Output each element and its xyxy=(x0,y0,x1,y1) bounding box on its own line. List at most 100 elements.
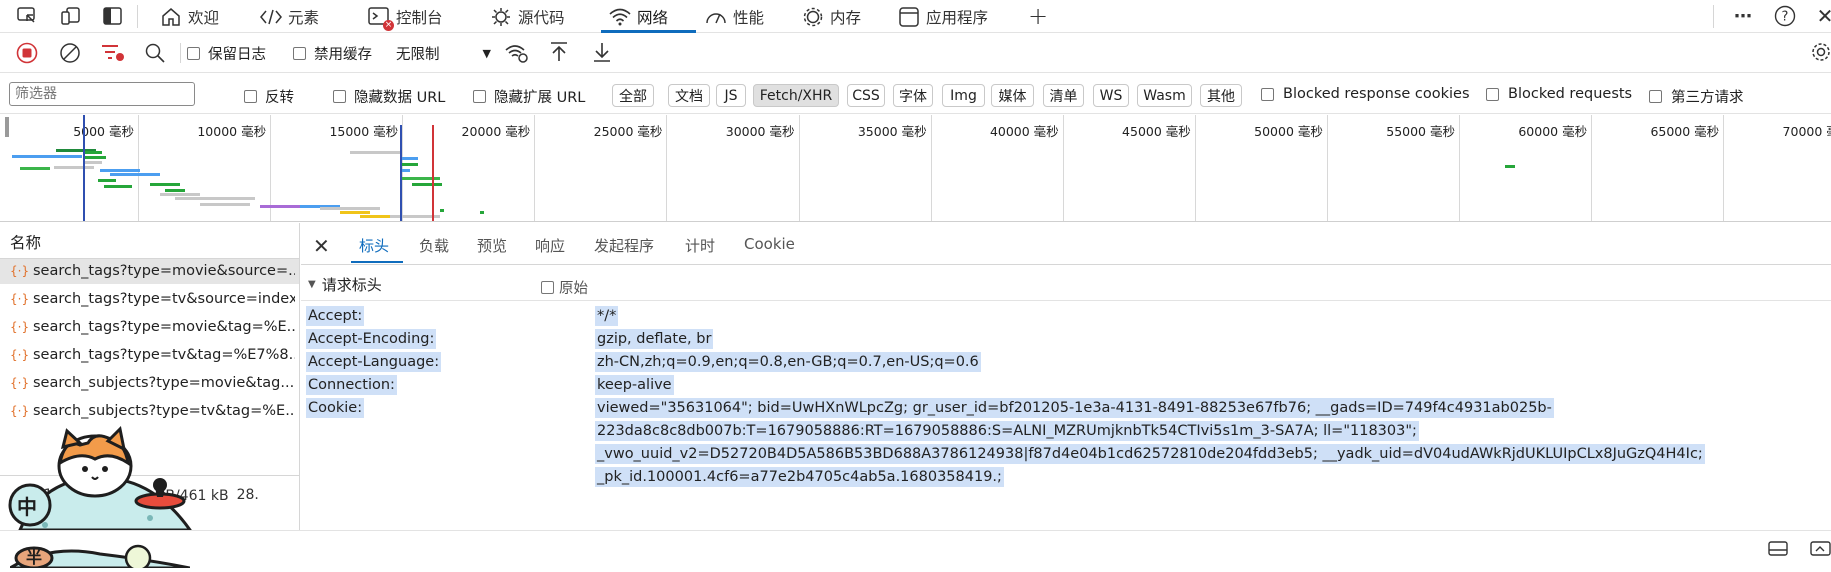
type-filter-doc[interactable]: 文档 xyxy=(668,84,710,107)
tab-timing[interactable]: 计时 xyxy=(685,235,715,256)
filter-input[interactable] xyxy=(9,82,195,106)
close-devtools-icon[interactable]: ✕ xyxy=(1812,4,1831,28)
device-emulation-icon[interactable] xyxy=(58,4,84,28)
type-filter-font[interactable]: 字体 xyxy=(893,84,933,107)
xhr-request-icon: {·} xyxy=(10,404,30,418)
memory-icon xyxy=(802,6,824,28)
request-row[interactable]: {·} search_tags?type=movie&tag=%E... xyxy=(10,315,295,339)
type-filter-css[interactable]: CSS xyxy=(847,84,885,107)
help-icon[interactable]: ? xyxy=(1772,4,1798,28)
toggle-drawer-icon[interactable] xyxy=(1768,539,1790,561)
disable-cache-box[interactable] xyxy=(293,47,306,60)
type-filter-manifest[interactable]: 清单 xyxy=(1043,84,1084,107)
invert-box[interactable] xyxy=(244,90,257,103)
name-column-header[interactable]: 名称 xyxy=(10,231,41,253)
tab-elements[interactable]: 元素 xyxy=(260,0,319,33)
overview-tick-label: 50000 毫秒 xyxy=(1254,124,1323,139)
tab-response[interactable]: 响应 xyxy=(535,235,565,256)
request-name: search_subjects?type=tv&tag=%E... xyxy=(33,403,295,419)
mascot-bottom-badge: 半 xyxy=(4,534,191,572)
hide-ext-url-checkbox[interactable]: 隐藏扩展 URL xyxy=(473,86,585,107)
throttling-select[interactable]: 无限制 ▼ xyxy=(396,41,491,65)
hide-ext-url-box[interactable] xyxy=(473,90,486,103)
hide-data-url-box[interactable] xyxy=(333,90,346,103)
request-row[interactable]: {·} search_subjects?type=tv&tag=%E... xyxy=(10,399,295,423)
dock-side-icon[interactable] xyxy=(100,4,126,28)
type-filter-fetch-xhr[interactable]: Fetch/XHR xyxy=(753,84,839,107)
type-filter-js[interactable]: JS xyxy=(716,84,746,107)
dock-bottom-icon[interactable] xyxy=(1810,539,1831,561)
tab-performance[interactable]: 性能 xyxy=(705,0,764,33)
xhr-request-icon: {·} xyxy=(10,320,30,334)
tab-elements-label: 元素 xyxy=(288,8,320,27)
network-settings-gear-icon[interactable] xyxy=(1810,41,1831,67)
third-party-checkbox[interactable]: 第三方请求 xyxy=(1649,86,1744,107)
preserve-log-checkbox[interactable]: 保留日志 xyxy=(187,43,266,64)
type-filter-all[interactable]: 全部 xyxy=(612,84,654,107)
network-overview-timeline[interactable]: 5000 毫秒 10000 毫秒 15000 毫秒 20000 毫秒 25000 毫秒 3… xyxy=(0,115,1831,222)
preserve-log-box[interactable] xyxy=(187,47,200,60)
tab-memory[interactable]: 内存 xyxy=(802,0,861,33)
blocked-cookies-box[interactable] xyxy=(1261,87,1274,101)
clear-icon[interactable] xyxy=(59,42,81,68)
raw-headers-checkbox[interactable]: 原始 xyxy=(541,277,588,298)
header-value: zh-CN,zh;q=0.9,en;q=0.8,en-GB;q=0.7,en-U… xyxy=(595,352,981,372)
invert-checkbox[interactable]: 反转 xyxy=(244,86,294,107)
overview-tick-label: 10000 毫秒 xyxy=(197,124,267,139)
xhr-request-icon: {·} xyxy=(10,376,30,390)
caret-down-icon: ▼ xyxy=(308,279,316,290)
network-conditions-icon[interactable] xyxy=(504,42,530,68)
tab-cookies[interactable]: Cookie xyxy=(744,235,795,253)
inspect-element-icon[interactable] xyxy=(14,4,40,28)
type-filter-other[interactable]: 其他 xyxy=(1200,84,1242,107)
chevron-down-icon: ▼ xyxy=(482,46,491,60)
overview-gridline xyxy=(534,115,536,221)
header-value-cont: 223da8c8c8db007b:T=1679058886:RT=1679058… xyxy=(595,421,1419,441)
request-row[interactable]: {·} search_subjects?type=movie&tag... xyxy=(10,371,295,395)
overview-tick-label: 60000 毫秒 xyxy=(1518,124,1588,139)
tab-welcome[interactable]: 欢迎 xyxy=(160,0,219,33)
drawer-status-bar: 半 xyxy=(0,530,1831,572)
record-stop-icon[interactable] xyxy=(16,42,38,68)
close-details-icon[interactable]: ✕ xyxy=(313,234,330,258)
tab-sources[interactable]: 源代码 xyxy=(490,0,565,33)
hide-data-url-checkbox[interactable]: 隐藏数据 URL xyxy=(333,86,445,107)
request-name: search_tags?type=movie&tag=%E... xyxy=(33,319,295,335)
more-options-icon[interactable]: ⋯ xyxy=(1730,4,1756,28)
request-row[interactable]: {·} search_tags?type=tv&source=index xyxy=(10,287,295,311)
overview-tick-label: 40000 毫秒 xyxy=(989,124,1059,139)
console-icon: × xyxy=(368,6,394,31)
type-filter-ws[interactable]: WS xyxy=(1093,84,1129,107)
export-har-icon[interactable] xyxy=(592,41,612,67)
type-filter-media[interactable]: 媒体 xyxy=(991,84,1034,107)
disable-cache-checkbox[interactable]: 禁用缓存 xyxy=(293,43,372,64)
wifi-icon xyxy=(609,6,631,28)
type-filter-wasm[interactable]: Wasm xyxy=(1137,84,1192,107)
tab-welcome-label: 欢迎 xyxy=(188,8,220,27)
request-row[interactable]: {·} search_tags?type=movie&source=... xyxy=(10,259,295,283)
search-icon[interactable] xyxy=(144,42,166,68)
tab-payload[interactable]: 负载 xyxy=(419,235,449,256)
tab-initiator[interactable]: 发起程序 xyxy=(594,235,654,256)
blocked-requests-box[interactable] xyxy=(1486,87,1499,101)
tab-network-label: 网络 xyxy=(637,8,669,27)
blocked-cookies-checkbox[interactable]: Blocked response cookies xyxy=(1261,86,1470,102)
type-filter-img[interactable]: Img xyxy=(942,84,985,107)
add-tab-icon[interactable]: + xyxy=(1025,2,1051,30)
blocked-requests-checkbox[interactable]: Blocked requests xyxy=(1486,86,1632,102)
request-row[interactable]: {·} search_tags?type=tv&tag=%E7%8... xyxy=(10,343,295,367)
overview-gridline xyxy=(1591,115,1593,221)
overview-gridline xyxy=(1194,115,1196,221)
tab-application[interactable]: 应用程序 xyxy=(898,0,988,33)
third-party-box[interactable] xyxy=(1649,90,1662,103)
filter-icon[interactable] xyxy=(100,42,126,68)
tab-preview[interactable]: 预览 xyxy=(477,235,507,256)
overview-left-handle[interactable] xyxy=(5,117,9,137)
import-har-icon[interactable] xyxy=(549,41,569,67)
tab-headers[interactable]: 标头 xyxy=(359,235,389,256)
tab-network[interactable]: 网络 xyxy=(601,0,696,33)
overview-tick-label: 45000 毫秒 xyxy=(1122,124,1191,139)
tab-console[interactable]: × 控制台 xyxy=(368,0,443,33)
raw-headers-box[interactable] xyxy=(541,281,554,294)
request-headers-section-toggle[interactable]: ▼ 请求标头 xyxy=(308,274,382,295)
